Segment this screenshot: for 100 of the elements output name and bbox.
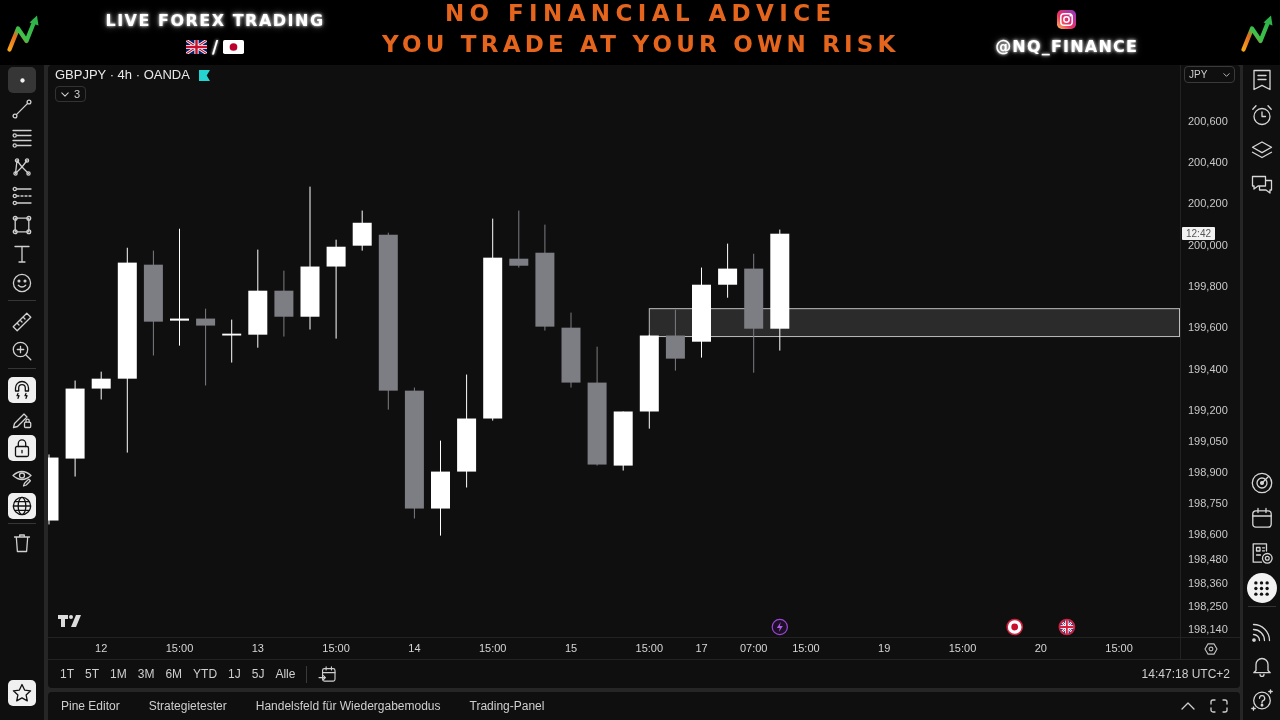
price-label: 198,900 xyxy=(1188,465,1228,478)
target-icon xyxy=(1250,472,1273,494)
chevron-down-icon xyxy=(1223,72,1230,77)
lines-nodes-icon xyxy=(12,186,32,206)
smiley-icon xyxy=(12,273,32,293)
price-label: 199,050 xyxy=(1188,434,1228,447)
logo-icon xyxy=(58,615,81,627)
alarm-clock-icon xyxy=(1250,104,1273,126)
cursor-tool-button[interactable] xyxy=(8,67,36,93)
time-label: 13 xyxy=(251,642,264,654)
japan-flag-event-icon xyxy=(1006,618,1024,636)
countdown-label: 12:42 xyxy=(1182,227,1216,241)
zigzag-arrow-icon xyxy=(1240,13,1275,52)
letter-t-icon xyxy=(12,244,32,264)
horizontal-lines-icon xyxy=(12,128,32,148)
price-label: 200,000 xyxy=(1188,238,1228,251)
disclaimer-line: YOU TRADE AT YOUR OWN RISK xyxy=(382,30,900,59)
price-label: 198,480 xyxy=(1188,552,1228,565)
time-label: 19 xyxy=(878,642,891,654)
flag-separator: / xyxy=(211,39,219,55)
pattern-icon xyxy=(12,157,32,177)
price-label: 198,600 xyxy=(1188,527,1228,540)
time-label: 15:00 xyxy=(792,642,820,654)
uk-flag-event-icon xyxy=(1058,618,1076,636)
zigzag-arrow-icon xyxy=(7,13,41,52)
flag-icon xyxy=(198,69,210,81)
range-button[interactable]: 1J xyxy=(225,664,244,684)
currency-dropdown[interactable]: JPY xyxy=(1184,66,1235,83)
time-label: 12 xyxy=(95,642,108,654)
range-button[interactable]: YTD xyxy=(190,664,221,684)
range-button[interactable]: Alle xyxy=(272,664,299,684)
time-label: 15 xyxy=(564,642,578,654)
time-label: 20 xyxy=(1034,642,1047,654)
range-button[interactable]: 1T xyxy=(57,664,77,684)
ruler-icon xyxy=(12,312,32,332)
price-label: 198,140 xyxy=(1188,622,1228,635)
lock-icon xyxy=(12,438,32,458)
range-button[interactable]: 5T xyxy=(82,664,103,684)
candlestick xyxy=(352,210,372,252)
list-bookmark-icon xyxy=(1250,69,1273,91)
price-label: 199,600 xyxy=(1188,321,1228,334)
candlestick xyxy=(222,319,242,364)
range-button[interactable]: 6M xyxy=(162,664,186,684)
panel-tab[interactable]: Pine Editor xyxy=(58,695,123,717)
price-label: 200,600 xyxy=(1188,114,1228,127)
go-to-date-button[interactable] xyxy=(316,664,339,684)
legend-toggle[interactable]: 3 xyxy=(55,86,87,102)
time-label: 15:00 xyxy=(1105,642,1133,654)
magnet-icon xyxy=(12,380,32,400)
favorites-button[interactable] xyxy=(8,680,36,706)
range-button[interactable]: 3M xyxy=(134,664,158,684)
axis-settings-button[interactable] xyxy=(1202,641,1220,657)
dots-grid-icon xyxy=(1254,580,1269,596)
time-label: 15:00 xyxy=(165,642,194,654)
maximize-icon xyxy=(1210,699,1228,713)
layers-icon xyxy=(1250,139,1273,161)
time-label: 15:00 xyxy=(635,642,664,654)
price-label: 199,800 xyxy=(1188,279,1228,292)
candlestick xyxy=(665,309,685,372)
price-label: 198,750 xyxy=(1188,496,1228,509)
lightning-event-icon xyxy=(771,618,788,636)
uk-flag-icon xyxy=(185,40,207,54)
trash-icon xyxy=(12,533,32,553)
calendar-arrow-icon xyxy=(318,666,337,682)
news-icon xyxy=(1250,542,1273,564)
disclaimer-line: NO FINANCIAL ADVICE xyxy=(444,0,837,28)
time-label: 17 xyxy=(695,642,708,654)
dot-icon xyxy=(19,77,25,83)
price-label: 199,200 xyxy=(1188,403,1228,416)
candlestick xyxy=(48,453,59,525)
candlestick xyxy=(718,243,738,299)
panel-tab[interactable]: Handelsfeld für Wiedergabemodus xyxy=(252,695,444,717)
apps-button[interactable] xyxy=(1246,573,1277,603)
social-handle: @NQ_FINANCE xyxy=(995,37,1139,57)
time-label: 15:00 xyxy=(948,642,977,654)
globe-icon xyxy=(12,496,32,516)
time-label: 15:00 xyxy=(322,642,350,654)
time-label: 07:00 xyxy=(739,642,768,654)
chevron-up-icon xyxy=(1181,702,1195,710)
range-button[interactable]: 1M xyxy=(107,664,130,684)
chevron-down-icon xyxy=(61,91,69,97)
panel-tab[interactable]: Strategietester xyxy=(145,695,230,717)
panel-tab[interactable]: Trading-Panel xyxy=(466,695,548,717)
stream-title: LIVE FOREX TRADING xyxy=(105,11,325,31)
symbol-title: GBPJPY · 4h · OANDA xyxy=(55,67,190,83)
range-button[interactable]: 5J xyxy=(248,664,268,684)
magnet-button[interactable] xyxy=(8,377,36,403)
maximize-button[interactable] xyxy=(1208,697,1230,715)
time-label: 15:00 xyxy=(478,642,507,654)
globe-button[interactable] xyxy=(8,493,36,519)
lock-button[interactable] xyxy=(8,435,36,461)
time-label: 14 xyxy=(408,642,421,654)
candlestick xyxy=(509,210,529,269)
bell-icon xyxy=(1250,655,1273,677)
rectangle-icon xyxy=(12,215,32,235)
calendar-icon xyxy=(1250,507,1273,529)
price-label: 200,200 xyxy=(1188,197,1228,210)
zoom-in-icon xyxy=(12,341,32,361)
collapse-button[interactable] xyxy=(1179,700,1197,712)
price-label: 198,360 xyxy=(1188,577,1228,590)
